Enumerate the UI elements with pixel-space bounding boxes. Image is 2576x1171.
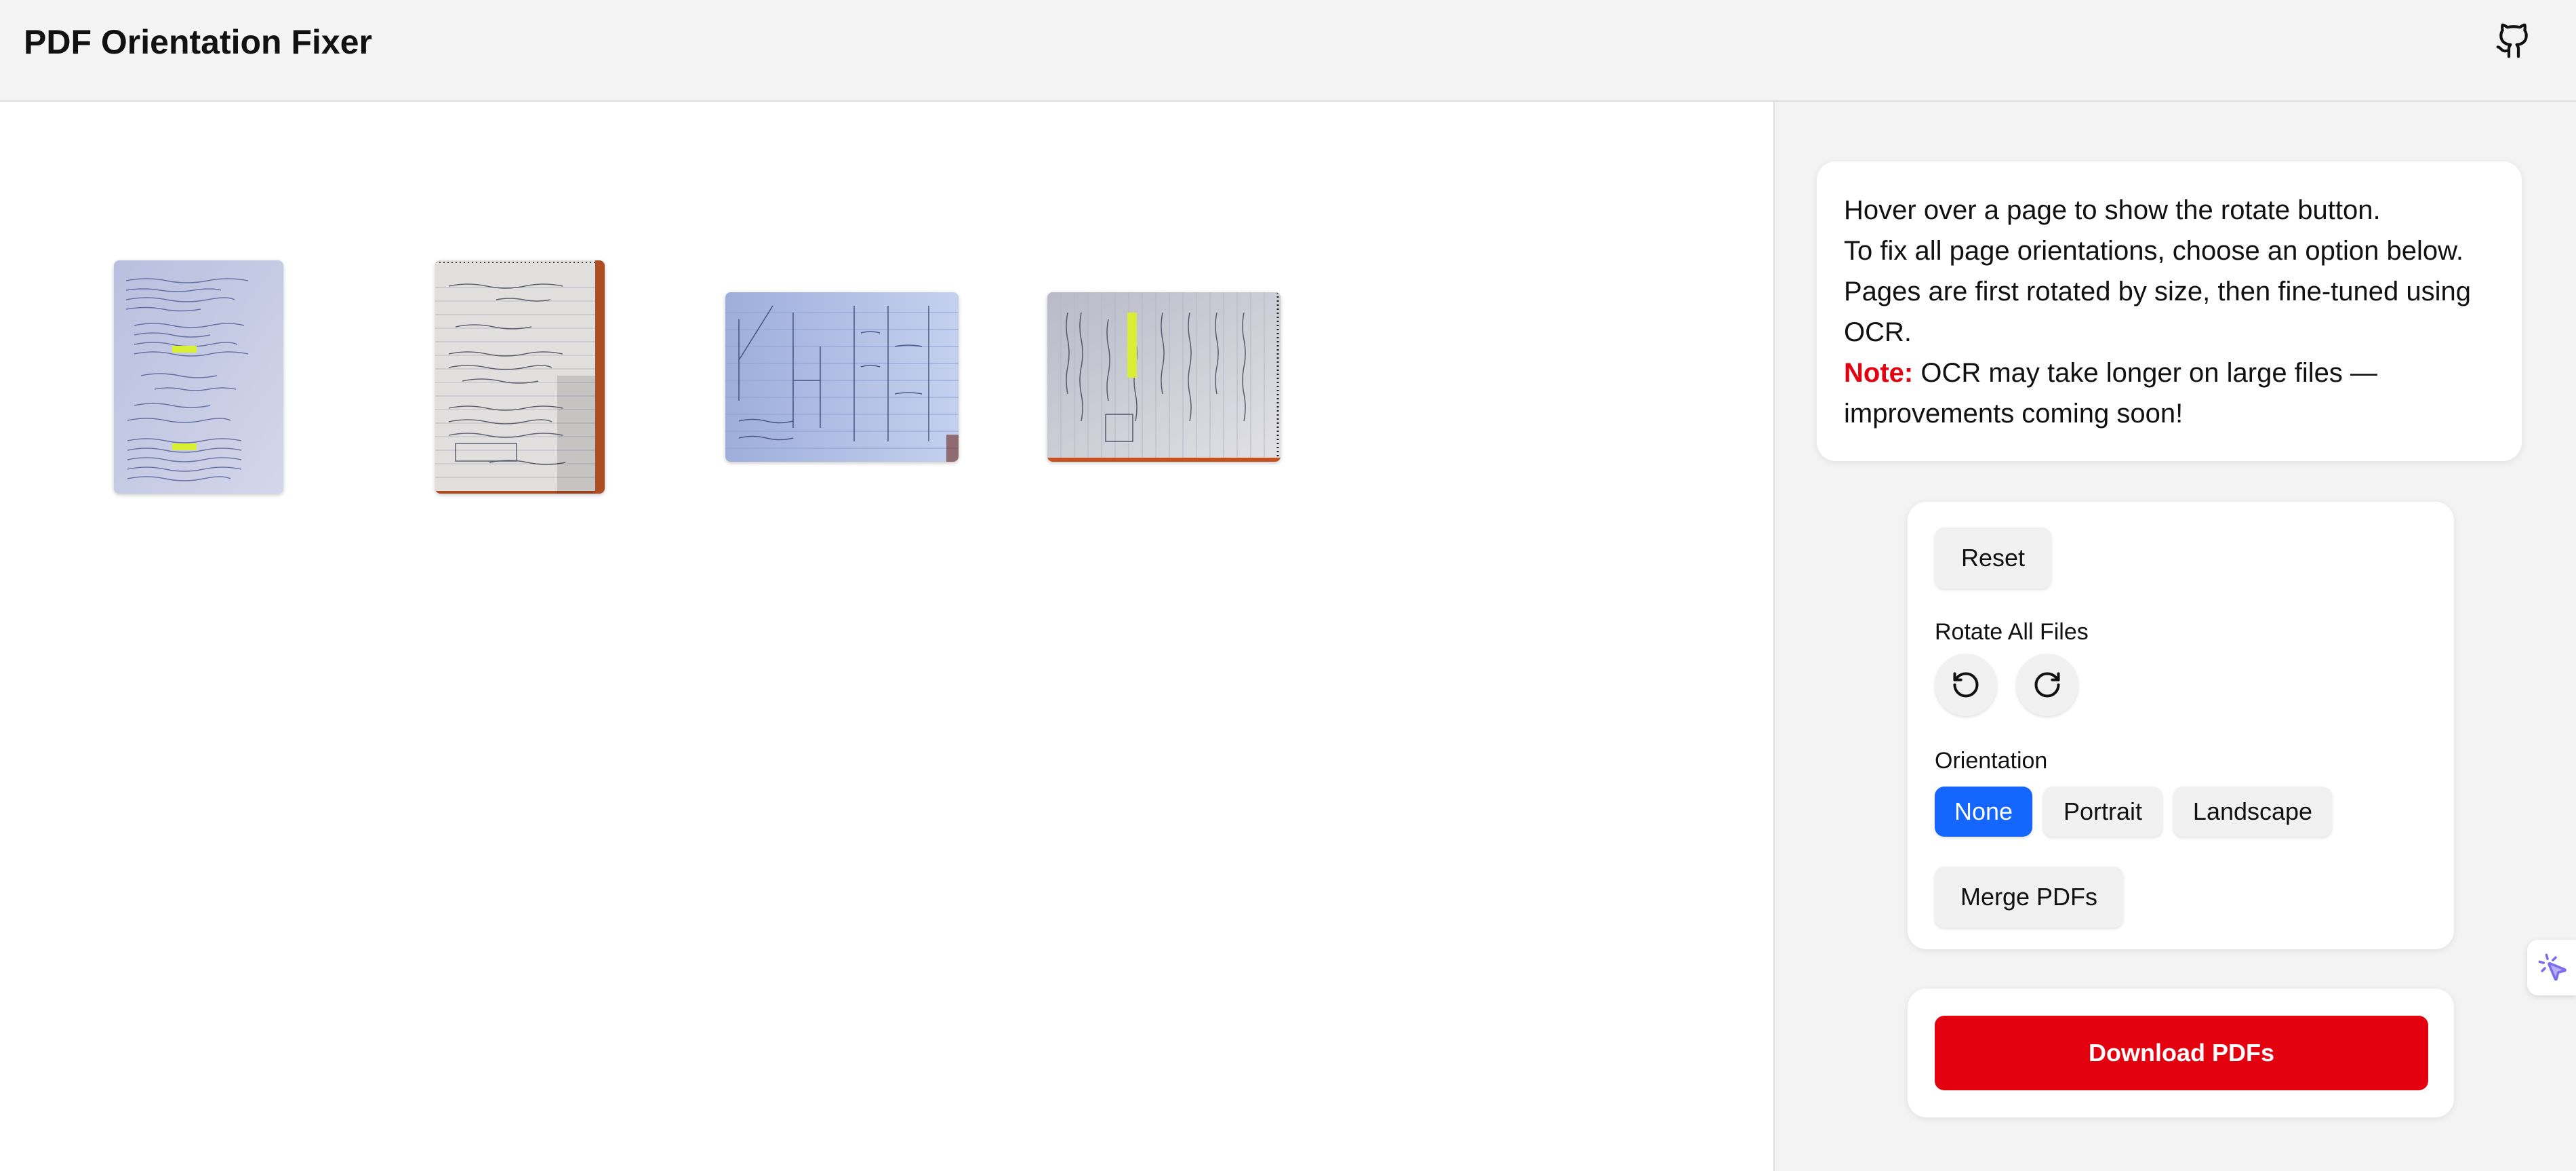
- page-thumbnail-2[interactable]: [435, 260, 605, 494]
- controls-card: Reset Rotate All Files Orientation None …: [1908, 502, 2454, 949]
- orientation-label: Orientation: [1935, 748, 2048, 774]
- rotate-all-left-button[interactable]: [1935, 654, 1997, 716]
- rotate-all-right-button[interactable]: [2016, 654, 2078, 716]
- page-thumbnail-3[interactable]: [725, 292, 959, 462]
- app-title: PDF Orientation Fixer: [24, 23, 372, 61]
- orientation-portrait-button[interactable]: Portrait: [2043, 787, 2162, 837]
- pointer-click-icon: [2538, 953, 2567, 981]
- info-fix-text: To fix all page orientations, choose an …: [1844, 236, 2463, 266]
- info-rotation-text: Pages are first rotated by size, then fi…: [1844, 277, 2471, 347]
- info-note: Note: OCR may take longer on large files…: [1844, 353, 2495, 434]
- download-pdfs-button[interactable]: Download PDFs: [1935, 1016, 2428, 1090]
- merge-pdfs-button[interactable]: Merge PDFs: [1935, 867, 2123, 928]
- floating-helper-tab[interactable]: [2527, 940, 2576, 995]
- reset-button[interactable]: Reset: [1935, 528, 2051, 589]
- rotate-counterclockwise-icon: [1953, 672, 1979, 698]
- info-card: Hover over a page to show the rotate but…: [1817, 161, 2522, 461]
- orientation-landscape-button[interactable]: Landscape: [2173, 787, 2332, 837]
- page-thumbnail-4[interactable]: [1047, 292, 1281, 462]
- app-header: PDF Orientation Fixer: [0, 0, 2576, 102]
- rotate-all-label: Rotate All Files: [1935, 619, 2089, 645]
- github-icon[interactable]: [2495, 22, 2533, 60]
- download-card: Download PDFs: [1908, 989, 2454, 1117]
- sidebar: Hover over a page to show the rotate but…: [1773, 102, 2576, 1171]
- info-hover-text: Hover over a page to show the rotate but…: [1844, 195, 2381, 225]
- orientation-none-button[interactable]: None: [1935, 787, 2032, 837]
- rotate-clockwise-icon: [2034, 672, 2060, 698]
- page-thumbnail-1[interactable]: [114, 260, 283, 494]
- page-preview-area: [0, 102, 1773, 1171]
- note-text: OCR may take longer on large files — imp…: [1844, 358, 2377, 429]
- note-label: Note:: [1844, 358, 1914, 388]
